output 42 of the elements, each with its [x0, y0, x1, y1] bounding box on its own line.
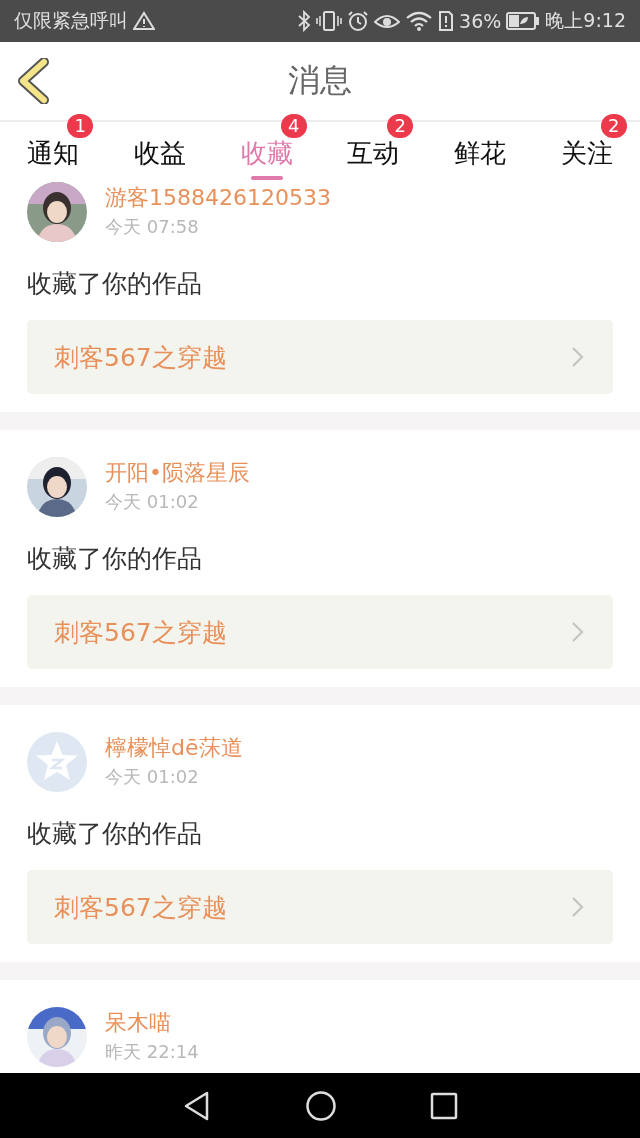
clock-time: 晚上9:12 [545, 8, 626, 33]
timestamp: 昨天 22:14 [105, 1040, 199, 1064]
back-button[interactable] [16, 58, 50, 104]
user-name[interactable]: 游客1588426120533 [105, 183, 331, 213]
wifi-icon [405, 10, 434, 32]
message-text: 收藏了你的作品 [27, 818, 203, 850]
work-title: 刺客567之穿越 [54, 616, 227, 649]
timestamp: 今天 01:02 [105, 765, 199, 789]
count-badge: 2 [387, 114, 414, 138]
tab[interactable]: 鲜花 [454, 131, 506, 171]
tab[interactable]: 收益 [134, 131, 186, 171]
battery-percent: 36% [459, 10, 502, 32]
work-title: 刺客567之穿越 [54, 341, 227, 374]
work-link[interactable]: 刺客567之穿越 [27, 870, 613, 944]
carrier-text: 仅限紧急呼叫 [14, 8, 128, 33]
page-title: 消息 [288, 60, 352, 101]
chevron-right-icon [571, 621, 585, 643]
warning-icon [133, 11, 155, 31]
work-link[interactable]: 刺客567之穿越 [27, 320, 613, 394]
count-badge: 2 [600, 114, 627, 138]
message-text: 收藏了你的作品 [27, 268, 203, 300]
home-nav-icon[interactable] [305, 1089, 337, 1122]
vibrate-icon [316, 10, 343, 32]
work-link[interactable]: 刺客567之穿越 [27, 595, 613, 669]
message-text: 收藏了你的作品 [27, 543, 203, 575]
battery-icon [506, 12, 541, 30]
chevron-right-icon [571, 896, 585, 918]
work-title: 刺客567之穿越 [54, 891, 227, 924]
count-badge: 1 [67, 114, 94, 138]
bluetooth-icon [297, 10, 312, 32]
chevron-right-icon [571, 346, 585, 368]
recents-nav-icon[interactable] [430, 1091, 459, 1120]
user-name[interactable]: 呆木喵 [105, 1008, 171, 1038]
count-badge: 4 [280, 114, 307, 138]
alarm-icon [347, 10, 370, 32]
avatar-icon [27, 732, 87, 792]
timestamp: 今天 07:58 [105, 215, 199, 239]
tab-indicator [250, 176, 283, 180]
sim-alert-icon [438, 10, 455, 32]
timestamp: 今天 01:02 [105, 490, 199, 514]
user-name[interactable]: 檸檬悼dē莯道 [105, 733, 243, 763]
user-name[interactable]: 开阳•陨落星辰 [105, 458, 250, 488]
